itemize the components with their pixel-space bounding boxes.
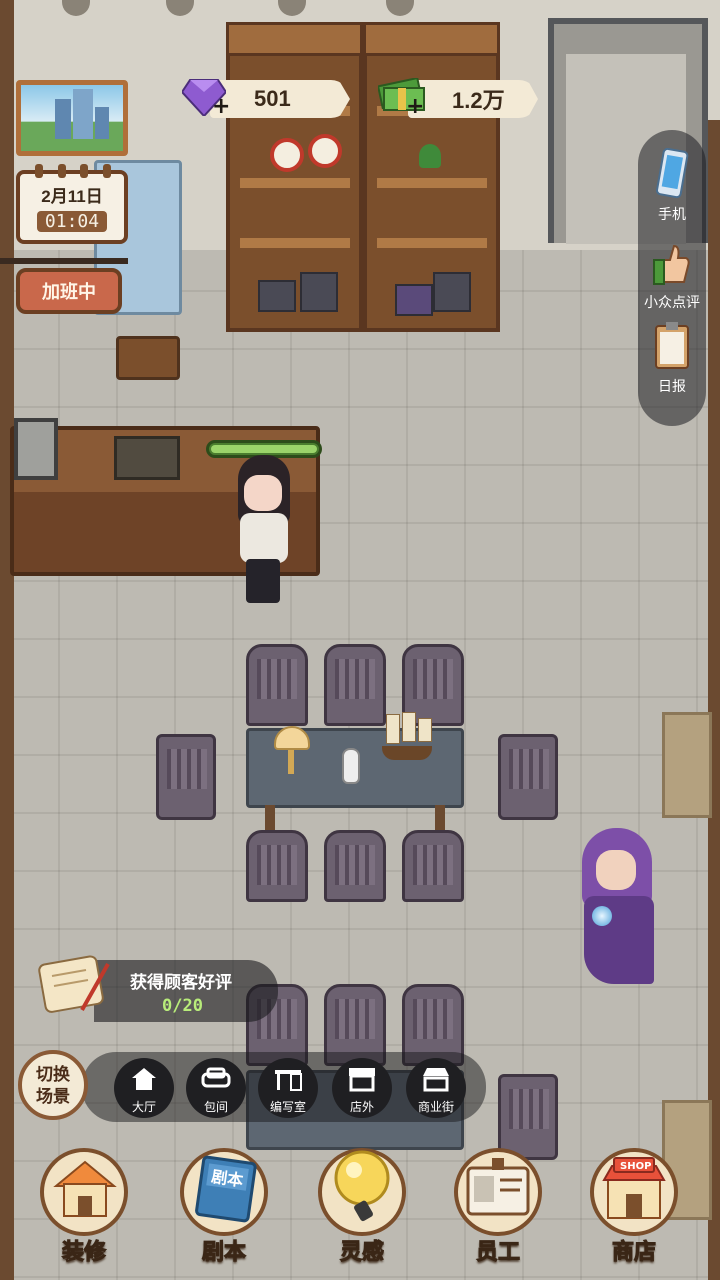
switch-scene-label-1: 切换 [36, 1065, 70, 1085]
table-lamp [274, 726, 310, 776]
inspiration-button[interactable]: 灵感 [314, 1148, 410, 1270]
script-book-icon: 剧本 [195, 1155, 257, 1223]
chair[interactable] [246, 644, 308, 726]
scene-writing-room-label: 编写室 [269, 1100, 306, 1114]
scroll-quill-icon [38, 955, 110, 1013]
task-progress: 0/20 [162, 996, 203, 1016]
overtime-label: 加班中 [42, 282, 96, 303]
gem-counter[interactable]: 501 [210, 80, 350, 118]
wooden-stool [116, 336, 180, 380]
inspiration-label: 灵感 [339, 1240, 384, 1266]
thumbs-up-icon [653, 244, 690, 285]
shop-icon: SHOP [602, 1157, 666, 1219]
staff-label: 员工 [475, 1240, 520, 1266]
desk-icon [275, 1070, 302, 1091]
add-cash-icon[interactable]: + [406, 94, 424, 119]
phone-button[interactable]: 手机 [638, 148, 706, 224]
renovate-button[interactable]: 装修 [36, 1148, 132, 1270]
flower-vase [342, 748, 360, 784]
overtime-status-sign[interactable]: 加班中 [16, 268, 122, 314]
time-text: 01:04 [36, 211, 108, 232]
date-time-card: 2月11日 01:04 [16, 164, 128, 244]
house-icon [132, 1068, 156, 1090]
receptionist-character[interactable] [232, 455, 294, 610]
fortune-teller-customer[interactable] [578, 828, 658, 986]
scene-private-room-button[interactable]: 包间 [186, 1058, 246, 1118]
bookshelf-left[interactable] [226, 22, 363, 332]
chair[interactable] [156, 734, 216, 820]
script-button[interactable]: 剧本 剧本 [176, 1148, 272, 1270]
daily-report-button[interactable]: 日报 [638, 320, 706, 396]
staff-button[interactable]: 员工 [450, 1148, 546, 1270]
clipboard-icon [655, 322, 689, 369]
add-gems-icon[interactable]: + [212, 94, 230, 119]
reviews-label: 小众点评 [644, 295, 700, 311]
renovate-label: 装修 [61, 1240, 106, 1266]
house-renovate-icon [53, 1160, 117, 1217]
sign-rod [0, 258, 128, 264]
chair[interactable] [246, 830, 308, 902]
cash-counter[interactable]: 1.2万 [408, 80, 538, 118]
phone-icon [655, 148, 689, 199]
task-banner[interactable]: 获得顾客好评 0/20 [34, 950, 278, 1024]
reviews-button[interactable]: 小众点评 [638, 238, 706, 312]
date-text: 2月11日 [41, 187, 103, 206]
city-painting [16, 80, 128, 156]
switch-scene-button[interactable]: 切换 场景 [18, 1050, 88, 1120]
bookshelf-right[interactable] [363, 22, 500, 332]
gem-count: 501 [254, 86, 291, 111]
chair[interactable] [498, 734, 558, 820]
phone-label: 手机 [658, 207, 686, 223]
chair[interactable] [402, 830, 464, 902]
scene-lobby-label: 大厅 [131, 1100, 156, 1114]
floor-mat [662, 712, 712, 818]
shop-sign-badge: SHOP [620, 1161, 651, 1172]
task-title: 获得顾客好评 [130, 973, 232, 993]
sofa-icon [201, 1067, 231, 1088]
lightbulb-icon [334, 1150, 390, 1222]
storefront-icon [349, 1068, 375, 1092]
script-label: 剧本 [201, 1240, 246, 1266]
scene-commercial-street-button[interactable]: 商业街 [406, 1058, 466, 1118]
scene-outside-button[interactable]: 店外 [332, 1058, 392, 1118]
chair[interactable] [324, 644, 386, 726]
cash-count: 1.2万 [452, 88, 505, 113]
shop-button[interactable]: SHOP 商店 [586, 1148, 682, 1270]
id-card-icon [466, 1158, 530, 1216]
switch-scene-label-2: 场景 [36, 1087, 70, 1107]
shop-label: 商店 [611, 1240, 656, 1266]
scene-private-room-label: 包间 [203, 1100, 228, 1114]
left-wall-pillar [0, 0, 14, 1280]
daily-report-label: 日报 [658, 379, 686, 395]
menu-book[interactable] [114, 436, 180, 480]
scene-commercial-street-label: 商业街 [417, 1100, 454, 1114]
ship-model [378, 712, 436, 770]
scene-outside-label: 店外 [349, 1100, 374, 1114]
photo-frame [14, 418, 58, 480]
scene-writing-room-button[interactable]: 编写室 [258, 1058, 318, 1118]
scene-lobby-button[interactable]: 大厅 [114, 1058, 174, 1118]
street-icon [423, 1068, 449, 1092]
chair[interactable] [324, 830, 386, 902]
